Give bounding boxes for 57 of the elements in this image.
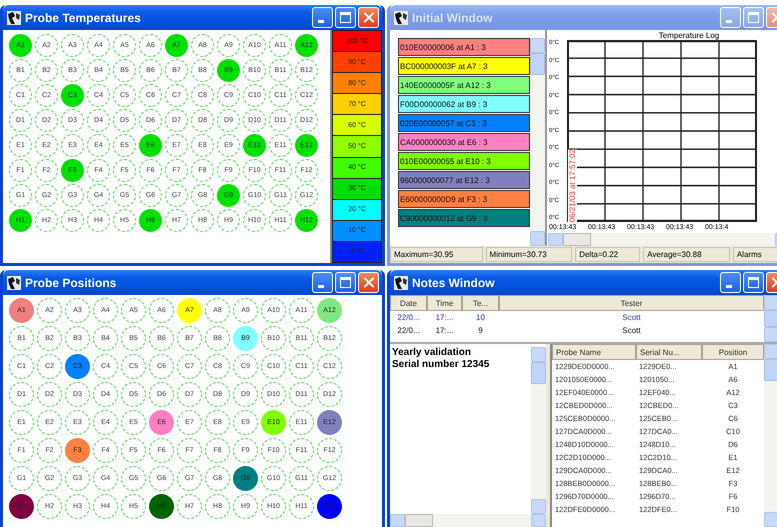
app-icon[interactable] bbox=[7, 10, 21, 24]
table-cell-text: Scott bbox=[621, 312, 642, 324]
status-field: Delta=0.22 bbox=[575, 247, 640, 262]
table-row[interactable]: 22/0... 17:... 10 Scott bbox=[390, 311, 764, 324]
probe-list-item[interactable]: 020E00000057 at C3 : 3 bbox=[398, 114, 530, 132]
probe-list-item[interactable]: 010E00000006 at A1 : 3 bbox=[398, 38, 530, 56]
status-field: Average=30.88 bbox=[643, 247, 730, 262]
note-line: Serial number 12345 bbox=[392, 359, 490, 371]
maximize-button[interactable] bbox=[335, 272, 356, 293]
chart-title: Temperature Log bbox=[658, 30, 720, 40]
maximize-button[interactable] bbox=[335, 7, 356, 28]
status-field: Minimum=30.73 bbox=[486, 247, 572, 262]
probe-list-item[interactable]: CA0000000030 at E6 : 3 bbox=[398, 133, 530, 151]
minimize-button[interactable] bbox=[312, 7, 333, 28]
column-header[interactable]: Te... bbox=[462, 295, 499, 311]
column-header[interactable]: Serial Nu... bbox=[636, 344, 702, 360]
table-cell-text: Scott bbox=[621, 325, 642, 337]
scrollbar[interactable] bbox=[390, 514, 546, 527]
probe-list-item[interactable]: 140E0000005F at A12 : 3 bbox=[398, 76, 530, 94]
scrollbar[interactable] bbox=[531, 347, 546, 514]
probe-list-item[interactable]: F00D00000062 at B9 : 3 bbox=[398, 95, 530, 113]
app-icon[interactable] bbox=[7, 276, 21, 290]
app-icon[interactable] bbox=[394, 276, 408, 290]
scrollbar[interactable] bbox=[764, 344, 777, 527]
notes-text-area[interactable]: Yearly validation Serial number 12345 bbox=[390, 344, 550, 527]
table-cell-text: 10 bbox=[475, 312, 486, 324]
timestamp-label: 06/21/03 at 17:57:02 bbox=[568, 148, 577, 222]
column-header[interactable]: Position bbox=[702, 344, 764, 360]
table-cell-text: 17:... bbox=[434, 312, 454, 324]
probe-list-item[interactable]: E600000000D9 at F3 : 3 bbox=[398, 190, 530, 208]
window-title: Probe Temperatures bbox=[25, 10, 142, 24]
window-title: Initial Window bbox=[412, 10, 494, 24]
close-button[interactable] bbox=[358, 272, 379, 293]
column-header[interactable]: Probe Name bbox=[552, 344, 636, 360]
table-cell-text: 22/0... bbox=[396, 325, 421, 337]
probe-list-item[interactable]: 010E00000055 at E10 : 3 bbox=[398, 152, 530, 170]
status-field: Alarms bbox=[732, 247, 777, 262]
minimize-button[interactable] bbox=[312, 272, 333, 293]
column-header[interactable]: Date bbox=[390, 295, 427, 311]
table-cell-text: 9 bbox=[477, 325, 484, 337]
scrollbar[interactable] bbox=[764, 295, 777, 342]
table-row[interactable]: 22/0... 17:... 9 Scott bbox=[390, 324, 764, 337]
column-header[interactable]: Tester bbox=[499, 295, 764, 311]
table-cell-text: 22/0... bbox=[396, 312, 421, 324]
probe-list-item[interactable]: C90000000012 at G9 : 3 bbox=[398, 209, 530, 227]
close-button[interactable] bbox=[358, 7, 379, 28]
scrollbar[interactable] bbox=[530, 38, 545, 246]
probe-list-item[interactable]: BC000000003F at A7 : 3 bbox=[398, 57, 530, 75]
maximize-button[interactable] bbox=[743, 272, 764, 293]
probe-list-item[interactable]: 960000000077 at E12 : 3 bbox=[398, 171, 530, 189]
window-title: Notes Window bbox=[412, 276, 496, 290]
table-cell-text: 17:... bbox=[434, 325, 454, 337]
minimize-button[interactable] bbox=[720, 272, 741, 293]
window-title: Probe Positions bbox=[25, 276, 118, 290]
status-field: Maximum=30.95 bbox=[390, 247, 483, 262]
column-header[interactable]: Time bbox=[427, 295, 462, 311]
note-line: Yearly validation bbox=[392, 347, 472, 359]
